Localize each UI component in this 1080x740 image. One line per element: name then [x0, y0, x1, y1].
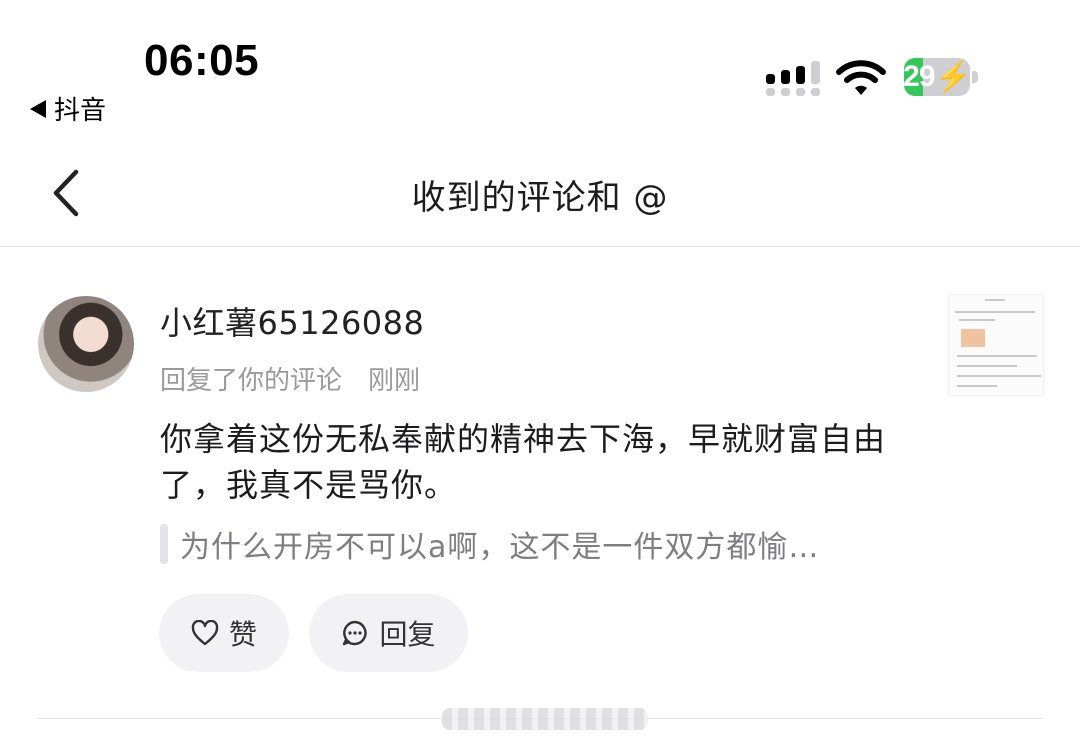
header-divider	[0, 246, 1080, 247]
avatar[interactable]	[38, 296, 134, 392]
comment-bubble-icon	[343, 620, 368, 646]
back-triangle-icon	[30, 99, 46, 118]
like-button[interactable]: 赞	[159, 594, 289, 672]
back-app-label: 抖音	[54, 96, 107, 126]
wifi-icon	[836, 60, 886, 95]
battery-nub	[972, 71, 978, 83]
status-time: 06:05	[144, 36, 260, 85]
quoted-comment[interactable]: 为什么开房不可以a啊，这不是一件双方都愉…	[160, 522, 920, 566]
heart-icon	[191, 620, 219, 646]
battery-icon: 29 ⚡	[904, 58, 970, 96]
quote-bar	[160, 524, 168, 564]
page-title: 收到的评论和 @	[411, 178, 669, 218]
comment-meta: 回复了你的评论 刚刚	[160, 360, 420, 397]
like-label: 赞	[228, 618, 257, 651]
battery-percent: 29 ⚡	[904, 60, 970, 94]
comment-text[interactable]: 你拿着这份无私奉献的精神去下海，早就财富自由了，我真不是骂你。	[160, 416, 890, 508]
timestamp: 刚刚	[368, 366, 421, 396]
reply-label: 回复	[379, 618, 436, 651]
back-to-app-button[interactable]: 抖音	[30, 90, 106, 127]
reply-button[interactable]: 回复	[309, 594, 468, 672]
video-thumbnail[interactable]	[948, 294, 1044, 396]
action-text: 回复了你的评论	[160, 366, 343, 396]
quoted-text: 为什么开房不可以a啊，这不是一件双方都愉…	[180, 530, 820, 565]
username[interactable]: 小红薯65126088	[160, 298, 424, 344]
home-indicator	[442, 708, 648, 730]
cellular-signal-icon	[766, 61, 820, 96]
